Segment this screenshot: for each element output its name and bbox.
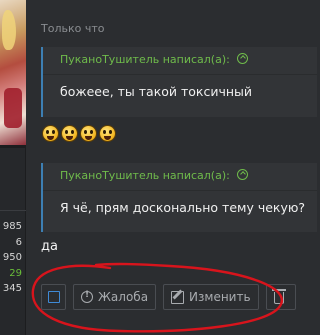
warning-icon <box>81 290 93 303</box>
quote-author[interactable]: ПуканоТушитель написал(а): <box>60 169 230 182</box>
report-label: Жалоба <box>98 290 149 304</box>
quote-text: божеее, ты такой токсичный <box>60 84 253 99</box>
post-message: да <box>41 239 58 254</box>
smiley-icon <box>61 125 78 142</box>
stat-value: 345 <box>2 283 22 295</box>
avatar[interactable] <box>0 0 26 148</box>
avatar-hair <box>2 10 16 50</box>
edit-button[interactable]: Изменить <box>163 284 259 310</box>
user-sidebar: 985 6 950 29 345 <box>0 0 26 335</box>
checkbox-icon[interactable] <box>47 291 60 303</box>
post-time: Только что <box>41 22 105 35</box>
go-to-quote-icon[interactable] <box>237 169 249 180</box>
smiley-icon <box>80 125 97 142</box>
stat-reputation: 29 <box>9 267 22 279</box>
quote-block: ПуканоТушитель написал(а): Я чё, прям до… <box>41 163 317 232</box>
post-actions: Жалоба Изменить <box>41 284 296 310</box>
quote-header[interactable]: ПуканоТушитель написал(а): <box>43 163 317 191</box>
stat-value: 6 <box>15 236 22 248</box>
trash-icon <box>271 289 286 304</box>
quote-author[interactable]: ПуканоТушитель написал(а): <box>60 53 230 66</box>
select-post-button[interactable] <box>41 284 66 310</box>
delete-button[interactable] <box>265 284 296 310</box>
user-stats: 985 6 950 29 345 <box>0 219 22 297</box>
smiley-icon <box>42 125 59 142</box>
stat-messages: 985 <box>2 221 22 232</box>
stat-value: 950 <box>2 252 22 264</box>
smilies-row <box>42 125 116 142</box>
avatar-dress <box>4 88 22 128</box>
quote-text: Я чё, прям досконально тему чекую? <box>60 200 306 215</box>
quote-block: ПуканоТушитель написал(а): божеее, ты та… <box>41 47 317 117</box>
edit-icon <box>171 290 185 304</box>
edit-label: Изменить <box>189 290 251 304</box>
smiley-icon <box>99 125 116 142</box>
report-button[interactable]: Жалоба <box>73 284 157 310</box>
go-to-quote-icon[interactable] <box>237 53 249 64</box>
quote-header[interactable]: ПуканоТушитель написал(а): <box>43 47 317 75</box>
divider <box>0 210 26 211</box>
